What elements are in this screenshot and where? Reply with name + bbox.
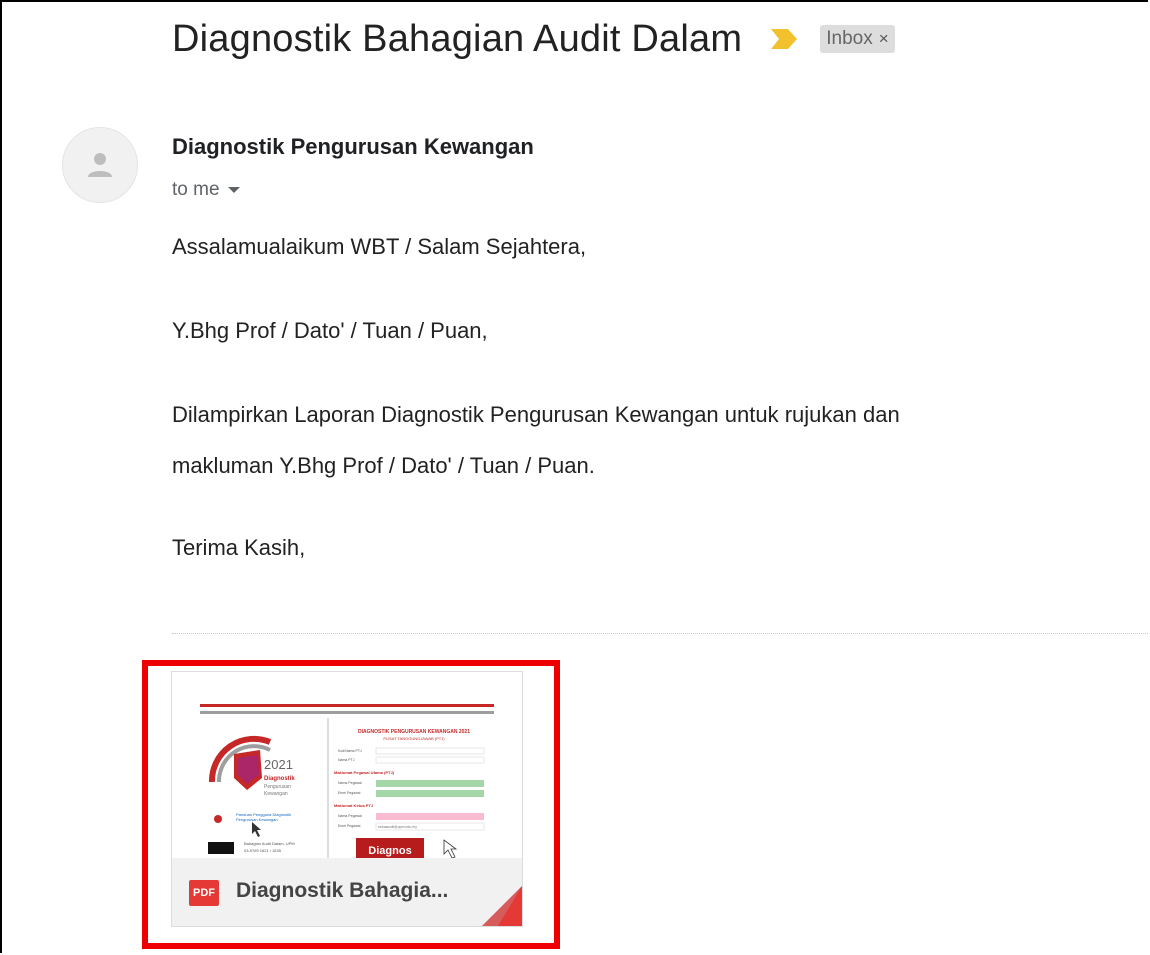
person-icon — [88, 153, 112, 177]
body-greeting: Assalamualaikum WBT / Salam Sejahtera, — [172, 234, 587, 259]
preview-contact-1: Bahagian Audit Dalam, UPM — [244, 841, 295, 846]
pdf-icon: PDF — [189, 880, 219, 906]
body-salutation: Y.Bhg Prof / Dato' / Tuan / Puan, — [172, 318, 488, 343]
preview-logo-sub2: Kewangan — [264, 791, 288, 797]
chevron-down-icon[interactable] — [227, 187, 240, 193]
inbox-label: Inbox × — [820, 25, 895, 53]
preview-form-title: DIAGNOSTIK PENGURUSAN KEWANGAN 2021 — [358, 729, 470, 735]
preview-contact-2: 03-9769 1621 / 1635 — [244, 848, 282, 853]
preview-section-heading: Maklumat Ketua PTJ — [334, 803, 373, 808]
pdf-preview-image: 2021 Diagnostik Pengurusan Kewangan Pand… — [172, 672, 522, 858]
preview-section-heading: Maklumat Pegawai Utama (PTJ) — [334, 770, 395, 775]
attachment-filename: Diagnostik Bahagia... — [236, 879, 449, 902]
recipient-details[interactable]: to me — [172, 179, 240, 201]
preview-email-value: ketuaaudit@upm.edu.my — [378, 825, 417, 829]
importance-marker-icon[interactable] — [770, 28, 798, 50]
preview-diagnos-button: Diagnos — [368, 845, 411, 857]
remove-label-icon[interactable]: × — [879, 29, 889, 49]
pdf-attachment-card[interactable]: 2021 Diagnostik Pengurusan Kewangan Pand… — [171, 671, 523, 927]
body-paragraph-line-1: Dilampirkan Laporan Diagnostik Pengurusa… — [172, 402, 900, 427]
subject-row: Diagnostik Bahagian Audit Dalam Inbox × — [172, 14, 895, 64]
preview-field-label: Kod/Nama PTJ — [338, 749, 362, 753]
body-closing: Terima Kasih, — [172, 535, 306, 560]
attachment-divider — [172, 633, 1148, 634]
preview-logo-sub1: Pengurusan — [264, 784, 291, 790]
preview-link-line2: Pengurusan Kewangan — [236, 817, 278, 822]
preview-logo-title: Diagnostik — [264, 776, 295, 782]
preview-logo-year: 2021 — [264, 757, 293, 772]
preview-field-label: Emel Pegawai — [338, 791, 361, 795]
preview-field-label: Nama Pegawai — [338, 781, 362, 785]
preview-field-label: Emel Pegawai — [338, 824, 361, 828]
body-paragraph-line-2: makluman Y.Bhg Prof / Dato' / Tuan / Pua… — [172, 453, 595, 478]
attachment-thumbnail: 2021 Diagnostik Pengurusan Kewangan Pand… — [172, 672, 522, 858]
page-fold-icon — [482, 886, 522, 926]
preview-form-subtitle: PUSAT TANGGUNGJAWAB (PTJ) — [383, 736, 445, 741]
sender-avatar — [62, 127, 138, 203]
inbox-label-text: Inbox — [826, 28, 873, 49]
attachment-footer: PDF Diagnostik Bahagia... — [172, 858, 522, 926]
sender-name: Diagnostik Pengurusan Kewangan — [172, 134, 534, 159]
preview-field-label: Nama PTJ — [338, 758, 355, 762]
email-subject: Diagnostik Bahagian Audit Dalam — [172, 17, 743, 60]
preview-field-label: Nama Pegawai — [338, 814, 362, 818]
recipient-text: to me — [172, 179, 220, 200]
